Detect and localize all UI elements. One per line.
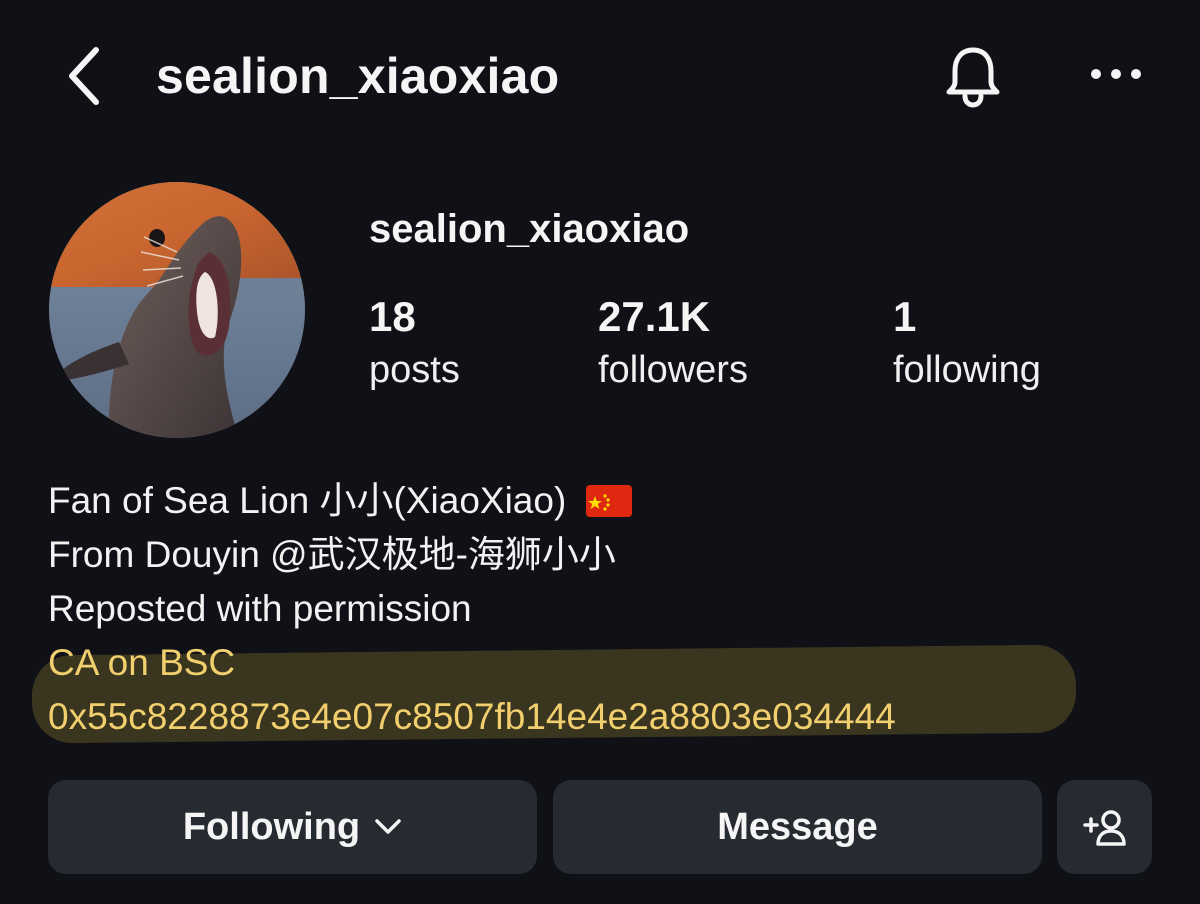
bio-line-2: From Douyin @武汉极地-海狮小小 (48, 534, 616, 575)
bio-line-1-text: Fan of Sea Lion 小小(XiaoXiao) (48, 480, 567, 521)
bio-line-1: Fan of Sea Lion 小小(XiaoXiao) (48, 474, 1158, 528)
top-bar: sealion_xiaoxiao (0, 0, 1200, 150)
message-button[interactable]: Message (553, 780, 1042, 874)
posts-count: 18 (369, 293, 416, 340)
more-options-button[interactable] (1088, 52, 1144, 96)
bell-icon (946, 47, 1000, 108)
china-flag-icon (586, 485, 633, 517)
message-button-label: Message (717, 805, 878, 848)
notifications-button[interactable] (940, 43, 1006, 109)
avatar-photo (49, 182, 305, 438)
page-title: sealion_xiaoxiao (156, 48, 560, 104)
followers-label: followers (598, 349, 748, 391)
back-button[interactable] (60, 44, 108, 108)
profile-bio: Fan of Sea Lion 小小(XiaoXiao) From Douyin… (48, 474, 1158, 744)
add-user-icon (1082, 810, 1126, 846)
chevron-down-icon (374, 818, 402, 836)
profile-username: sealion_xiaoxiao (369, 207, 690, 251)
more-horizontal-icon (1091, 69, 1141, 79)
bio-line-3: Reposted with permission (48, 588, 472, 629)
following-label: following (893, 349, 1041, 391)
avatar[interactable] (49, 182, 305, 438)
following-button[interactable]: Following (48, 780, 537, 874)
contract-address[interactable]: 0x55c8228873e4e07c8507fb14e4e2a8803e0344… (48, 690, 1158, 744)
followers-stat[interactable]: 27.1K followers (598, 292, 748, 394)
add-user-button[interactable] (1057, 780, 1152, 874)
bio-line-4: CA on BSC (48, 642, 236, 683)
following-stat[interactable]: 1 following (893, 292, 1041, 394)
profile-page: sealion_xiaoxiao sealion_xiaoxiao 18 pos… (0, 0, 1200, 904)
followers-count: 27.1K (598, 293, 711, 340)
posts-label: posts (369, 349, 460, 391)
chevron-left-icon (69, 47, 99, 105)
following-count: 1 (893, 293, 917, 340)
posts-stat[interactable]: 18 posts (369, 292, 460, 394)
following-button-label: Following (182, 805, 361, 848)
